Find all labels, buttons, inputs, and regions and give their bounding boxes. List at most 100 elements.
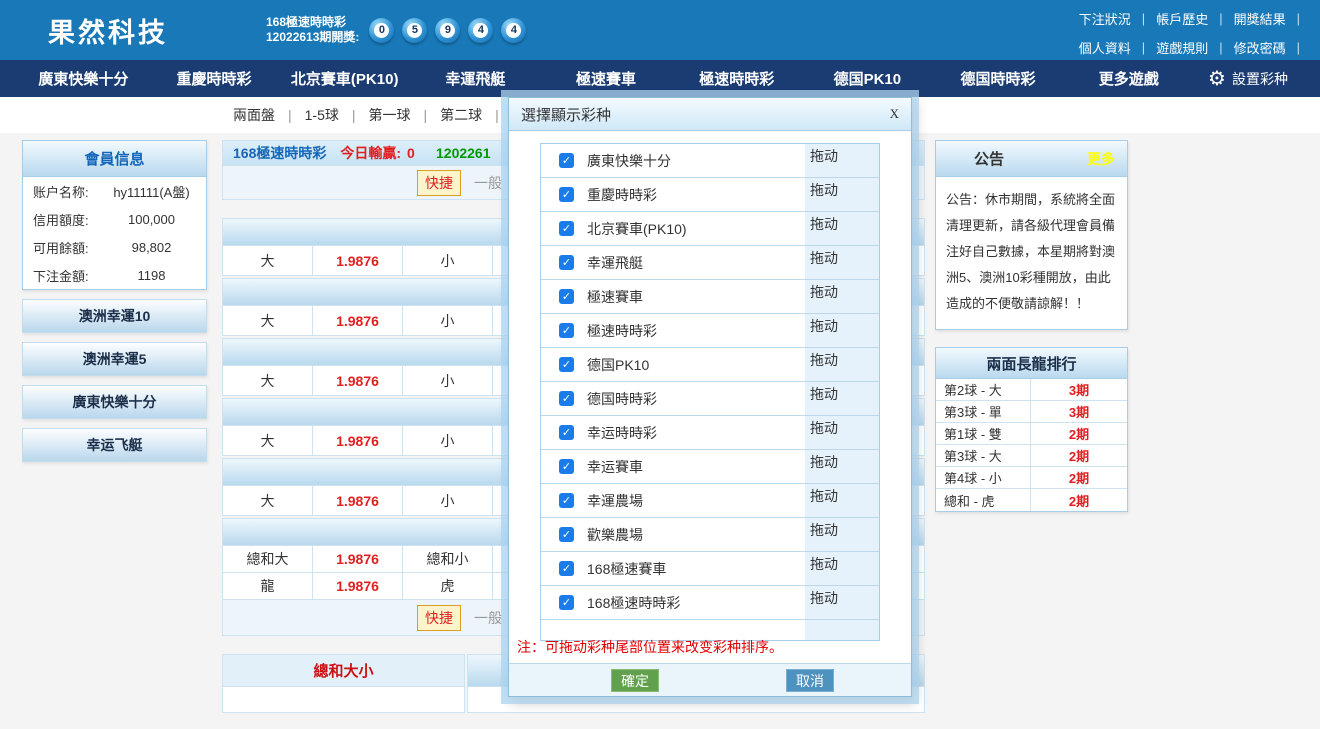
bet-odds[interactable]: 1.9876	[313, 306, 403, 335]
bet-cell-big[interactable]: 大	[223, 486, 313, 515]
bet-cell-small[interactable]: 小	[403, 306, 493, 335]
drag-handle[interactable]: 拖动	[805, 520, 879, 540]
link-game-rules[interactable]: 遊戲規則	[1156, 38, 1208, 57]
drag-handle[interactable]: 拖动	[805, 214, 879, 234]
bet-odds[interactable]: 1.9876	[313, 546, 403, 572]
nav-item-jssc[interactable]: 極速賽車	[541, 68, 672, 89]
drag-handle[interactable]: 拖动	[805, 384, 879, 404]
checkbox-checked[interactable]: ✓	[559, 425, 574, 440]
link-draw-results[interactable]: 開獎結果	[1234, 9, 1286, 28]
bet-odds[interactable]: 1.9876	[313, 426, 403, 455]
checkbox-checked[interactable]: ✓	[559, 561, 574, 576]
checkbox-checked[interactable]: ✓	[559, 221, 574, 236]
sum-size-body	[222, 687, 465, 713]
normal-mode-button[interactable]: 一般	[474, 608, 502, 628]
bet-cell-big[interactable]: 大	[223, 366, 313, 395]
separator: |	[1297, 11, 1300, 26]
ball-number: 0	[374, 23, 389, 38]
separator: |	[1142, 40, 1145, 55]
link-change-password[interactable]: 修改密碼	[1234, 38, 1286, 57]
subnav-two-sides[interactable]: 兩面盤	[233, 105, 275, 125]
bet-cell-small[interactable]: 小	[403, 426, 493, 455]
checkbox-checked[interactable]: ✓	[559, 493, 574, 508]
checkbox-checked[interactable]: ✓	[559, 391, 574, 406]
drag-handle[interactable]: 拖动	[805, 180, 879, 200]
lottery-list: ✓ 廣東快樂十分 拖动 ✓ 重慶時時彩 拖动 ✓ 北京賽車(PK10) 拖动 ✓…	[540, 143, 880, 641]
bet-odds[interactable]: 1.9876	[313, 486, 403, 515]
quick-mode-button[interactable]: 快捷	[417, 605, 461, 631]
quick-mode-button[interactable]: 快捷	[417, 170, 461, 196]
checkbox-checked[interactable]: ✓	[559, 595, 574, 610]
bet-odds[interactable]: 1.9876	[313, 573, 403, 599]
bet-cell-total-small[interactable]: 總和小	[403, 546, 493, 572]
bet-cell-big[interactable]: 大	[223, 246, 313, 275]
checkbox-checked[interactable]: ✓	[559, 255, 574, 270]
drag-handle[interactable]: 拖动	[805, 350, 879, 370]
subnav-ball-1[interactable]: 第一球	[369, 105, 411, 125]
member-row: 信用額度: 100,000	[23, 205, 206, 233]
nav-item-dessc[interactable]: 德国時時彩	[933, 68, 1064, 89]
bet-cell-dragon[interactable]: 龍	[223, 573, 313, 599]
nav-item-more-games[interactable]: 更多遊戲	[1063, 68, 1194, 89]
lottery-item: ✓ 廣東快樂十分 拖动	[541, 144, 879, 178]
bet-odds[interactable]: 1.9876	[313, 366, 403, 395]
ranking-value: 3期	[1031, 380, 1127, 399]
bet-cell-tiger[interactable]: 虎	[403, 573, 493, 599]
checkbox-checked[interactable]: ✓	[559, 187, 574, 202]
bet-cell-small[interactable]: 小	[403, 366, 493, 395]
close-icon[interactable]: X	[890, 106, 899, 122]
checkbox-checked[interactable]: ✓	[559, 289, 574, 304]
sidebar-game-aozhou10[interactable]: 澳洲幸運10	[22, 299, 207, 333]
drag-handle[interactable]: 拖动	[805, 146, 879, 166]
link-bet-status[interactable]: 下注狀況	[1079, 9, 1131, 28]
drag-handle[interactable]: 拖动	[805, 452, 879, 472]
drag-handle[interactable]: 拖动	[805, 282, 879, 302]
checkbox-checked[interactable]: ✓	[559, 323, 574, 338]
checkbox-checked[interactable]: ✓	[559, 153, 574, 168]
checkbox-checked[interactable]: ✓	[559, 527, 574, 542]
drag-handle[interactable]: 拖动	[805, 418, 879, 438]
normal-mode-button[interactable]: 一般	[474, 173, 502, 193]
subnav-ball-2[interactable]: 第二球	[440, 105, 482, 125]
ranking-label: 第1球 - 雙	[936, 423, 1031, 444]
nav-item-cqssc[interactable]: 重慶時時彩	[149, 68, 280, 89]
nav-item-xyft[interactable]: 幸運飛艇	[410, 68, 541, 89]
nav-item-jsssc[interactable]: 極速時時彩	[671, 68, 802, 89]
lottery-item: ✓ 極速賽車 拖动	[541, 280, 879, 314]
checkbox-checked[interactable]: ✓	[559, 459, 574, 474]
bet-odds[interactable]: 1.9876	[313, 246, 403, 275]
bet-cell-small[interactable]: 小	[403, 246, 493, 275]
link-account-history[interactable]: 帳戶歷史	[1156, 9, 1208, 28]
announcement-more-link[interactable]: 更多	[1087, 149, 1115, 169]
separator: |	[1142, 11, 1145, 26]
lottery-item: ✓ 歡樂農場 拖动	[541, 518, 879, 552]
drag-handle[interactable]: 拖动	[805, 554, 879, 574]
set-lottery-button[interactable]: ⚙ 設置彩种	[1194, 69, 1302, 89]
sidebar-game-xyft[interactable]: 幸运飞艇	[22, 428, 207, 462]
drag-handle[interactable]: 拖动	[805, 248, 879, 268]
bet-cell-big[interactable]: 大	[223, 426, 313, 455]
sidebar-game-gdklsf[interactable]: 廣東快樂十分	[22, 385, 207, 419]
bet-cell-big[interactable]: 大	[223, 306, 313, 335]
confirm-button[interactable]: 確定	[611, 669, 659, 692]
nav-item-bjpk10[interactable]: 北京賽車(PK10)	[279, 68, 410, 89]
drag-handle[interactable]: 拖动	[805, 486, 879, 506]
ranking-label: 第4球 - 小	[936, 467, 1031, 488]
drag-handle[interactable]: 拖动	[805, 316, 879, 336]
bet-cell-small[interactable]: 小	[403, 486, 493, 515]
cancel-button[interactable]: 取消	[786, 669, 834, 692]
separator: |	[495, 107, 499, 123]
subnav-balls-1-5[interactable]: 1-5球	[305, 105, 339, 125]
nav-item-gdklsf[interactable]: 廣東快樂十分	[18, 68, 149, 89]
sidebar-game-aozhou5[interactable]: 澳洲幸運5	[22, 342, 207, 376]
ranking-value: 3期	[1031, 402, 1127, 421]
member-row: 账户名称: hy11111(A盤)	[23, 177, 206, 205]
checkbox-checked[interactable]: ✓	[559, 357, 574, 372]
link-profile[interactable]: 個人資料	[1079, 38, 1131, 57]
member-value: 1198	[107, 268, 196, 283]
ranking-value: 2期	[1031, 491, 1127, 510]
drag-handle[interactable]: 拖动	[805, 588, 879, 608]
bet-cell-total-big[interactable]: 總和大	[223, 546, 313, 572]
nav-item-depk10[interactable]: 德国PK10	[802, 68, 933, 89]
lottery-item-label: 幸运賽車	[587, 457, 643, 477]
